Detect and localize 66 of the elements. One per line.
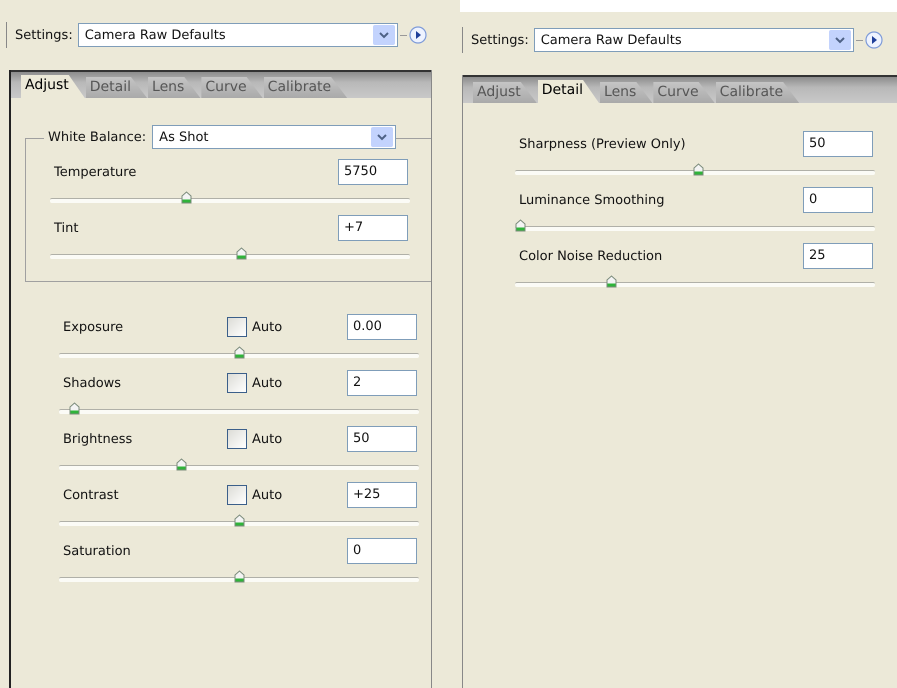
slider-thumb[interactable] (68, 402, 80, 415)
settings-dropdown[interactable]: Camera Raw Defaults (78, 23, 398, 47)
slider-thumb[interactable] (176, 458, 188, 471)
flyout-menu-button[interactable] (408, 26, 427, 44)
slider-label: Saturation (62, 544, 132, 558)
value-field[interactable]: 5750 (338, 159, 408, 185)
tab[interactable]: Detail (538, 80, 600, 103)
slider-label: Tint (53, 220, 80, 236)
slider-thumb[interactable] (234, 570, 244, 583)
value-field[interactable]: 2 (347, 370, 417, 396)
auto-checkbox[interactable] (227, 373, 247, 393)
value-field[interactable]: +7 (338, 215, 408, 241)
slider-thumb[interactable] (234, 514, 244, 527)
tab[interactable]: Calibrate (264, 77, 348, 98)
slider-thumb[interactable] (234, 346, 244, 359)
balance-label: White Balance: (44, 130, 152, 144)
slider-label: Exposure (62, 320, 124, 334)
slider-thumb[interactable] (515, 219, 526, 232)
value-field[interactable]: 50 (803, 131, 873, 157)
slider[interactable] (515, 219, 875, 233)
slider[interactable] (59, 570, 419, 584)
tab[interactable]: Lens (600, 82, 652, 103)
slider-label: Brightness (62, 432, 134, 446)
slider-thumb[interactable] (606, 275, 617, 288)
slider-thumb[interactable] (692, 163, 704, 176)
slider-thumb[interactable] (180, 191, 192, 204)
value-field[interactable]: +25 (347, 482, 417, 508)
flyout-menu-button[interactable] (864, 31, 883, 49)
slider-label: Color Noise Reduction (518, 248, 664, 264)
slider-label: Contrast (62, 488, 120, 502)
auto-label: Auto (252, 432, 282, 446)
value-field[interactable]: 50 (347, 426, 417, 452)
slider[interactable] (59, 514, 419, 528)
tab[interactable]: Adjust (21, 75, 85, 98)
auto-label: Auto (252, 376, 282, 390)
slider-label: Luminance Smoothing (518, 192, 666, 208)
value-field[interactable]: 25 (803, 243, 873, 269)
tab[interactable]: Detail (86, 77, 148, 98)
value-field[interactable]: 0.00 (347, 314, 417, 340)
slider-label: Shadows (62, 376, 122, 390)
slider[interactable] (59, 458, 419, 472)
auto-label: Auto (252, 488, 282, 502)
tab[interactable]: Curve (653, 82, 715, 103)
slider-label: Sharpness (Preview Only) (518, 136, 687, 152)
slider[interactable] (59, 346, 419, 360)
slider[interactable] (50, 247, 410, 261)
auto-checkbox[interactable] (227, 317, 247, 337)
settings-label: Settings: (14, 28, 74, 42)
auto-checkbox[interactable] (227, 429, 247, 449)
settings-label: Settings: (470, 32, 530, 48)
tab[interactable]: Curve (201, 77, 263, 98)
slider[interactable] (59, 402, 419, 416)
value-field[interactable]: 0 (803, 187, 873, 213)
slider[interactable] (515, 163, 875, 177)
slider[interactable] (515, 275, 875, 289)
slider-thumb[interactable] (236, 247, 248, 260)
tab[interactable]: Lens (148, 77, 200, 98)
tab[interactable]: Adjust (473, 82, 537, 103)
tab[interactable]: Calibrate (716, 82, 800, 103)
value-field[interactable]: 0 (347, 538, 417, 564)
auto-label: Auto (252, 320, 282, 334)
balance-dropdown[interactable]: As Shot (152, 125, 396, 149)
slider[interactable] (50, 191, 410, 205)
settings-dropdown[interactable]: Camera Raw Defaults (534, 28, 854, 52)
slider-label: Temperature (53, 164, 138, 180)
auto-checkbox[interactable] (227, 485, 247, 505)
